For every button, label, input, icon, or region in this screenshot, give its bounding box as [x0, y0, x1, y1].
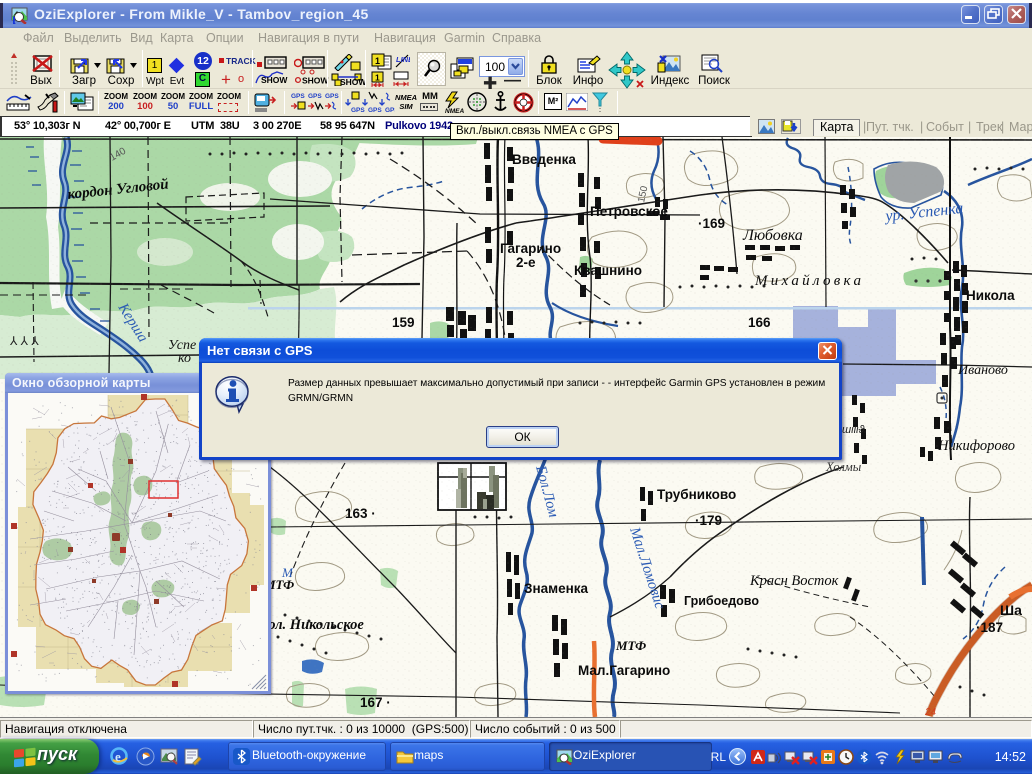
svg-text:GPS: GPS [351, 107, 365, 114]
svg-text:GPS: GPS [325, 93, 339, 100]
svg-text:SHOW: SHOW [261, 75, 288, 85]
svg-text:1: 1 [375, 73, 380, 83]
svg-text:SHOW: SHOW [302, 76, 329, 86]
svg-text:GPS: GPS [368, 107, 382, 114]
svg-text:GPS: GPS [291, 93, 305, 100]
svg-text:1: 1 [375, 56, 380, 66]
svg-text:NMEA: NMEA [445, 108, 464, 114]
svg-text:GPS: GPS [308, 93, 322, 100]
svg-text:SHOW: SHOW [340, 77, 365, 86]
svg-text:e: e [115, 749, 121, 764]
svg-text:LINE: LINE [396, 55, 410, 64]
